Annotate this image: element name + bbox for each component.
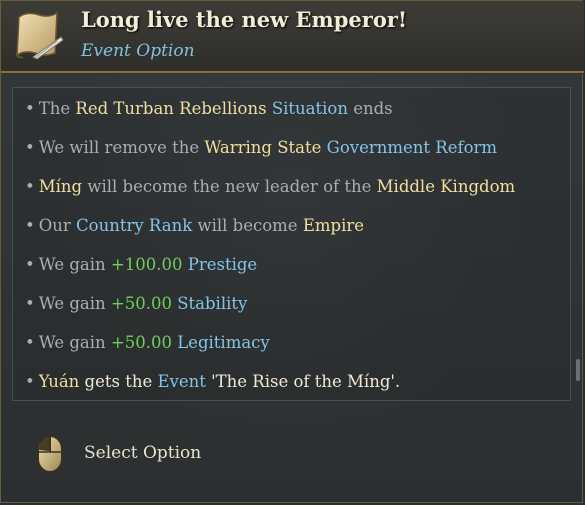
effect-text: +100.00 [110, 255, 183, 274]
effect-text: +50.00 [110, 333, 172, 352]
effect-text: Country Rank [76, 216, 193, 235]
effect-line: • Our Country Rank will become Empire [25, 215, 364, 237]
scrollbar-handle[interactable] [576, 359, 580, 381]
effect-text: Middle Kingdom [376, 177, 516, 196]
effect-text: gets the [79, 372, 158, 391]
event-subtitle: Event Option [81, 41, 195, 61]
effect-text: The Rise of the Míng [215, 372, 391, 391]
effect-line: • The Red Turban Rebellions Situation end… [25, 98, 393, 120]
effect-text: +50.00 [110, 294, 172, 313]
effect-text: We will remove the [38, 138, 205, 157]
effect-text: We gain [38, 255, 111, 274]
event-title: Long live the new Emperor! [81, 7, 408, 32]
effect-text: Red Turban Rebellions [75, 99, 267, 118]
effects-list: • The Red Turban Rebellions Situation end… [12, 87, 571, 401]
effect-text: will become the new leader of the [82, 177, 377, 196]
bullet-icon: • [25, 177, 35, 196]
select-option-label: Select Option [84, 443, 202, 463]
effect-text: Warring State [204, 138, 322, 157]
event-option-tooltip: Long live the new Emperor! Event Option … [0, 0, 584, 503]
effect-line: • Yuán gets the Event 'The Rise of the Mí… [25, 371, 400, 393]
effect-text: Event [157, 372, 206, 391]
bullet-icon: • [25, 138, 35, 157]
bullet-icon: • [25, 255, 35, 274]
effect-text: We gain [38, 333, 111, 352]
effect-line: • We will remove the Warring State Govern… [25, 137, 497, 159]
bullet-icon: • [25, 99, 35, 118]
effect-text: We gain [38, 294, 111, 313]
effect-text: Our [38, 216, 77, 235]
effect-text: Yuán [38, 372, 80, 391]
effect-text: Legitimacy [177, 333, 270, 352]
effect-line: • We gain +50.00 Stability [25, 293, 247, 315]
effect-line: • We gain +50.00 Legitimacy [25, 332, 270, 354]
bullet-icon: • [25, 333, 35, 352]
scroll-quill-icon [16, 11, 64, 60]
effect-text: Situation [271, 99, 348, 118]
effect-text: Government Reform [326, 138, 498, 157]
effect-text: ' [205, 372, 216, 391]
tooltip-header: Long live the new Emperor! Event Option [1, 1, 584, 73]
effect-text: Stability [177, 294, 248, 313]
effect-text: '. [390, 372, 401, 391]
effect-text: ends [347, 99, 393, 118]
bullet-icon: • [25, 216, 35, 235]
bullet-icon: • [25, 294, 35, 313]
effect-text: Empire [302, 216, 364, 235]
bullet-icon: • [25, 372, 35, 391]
effect-text: will become [192, 216, 303, 235]
effect-line: • Míng will become the new leader of the … [25, 176, 515, 198]
effect-text: Prestige [187, 255, 258, 274]
effect-text: Míng [38, 177, 83, 196]
effect-text: The [38, 99, 76, 118]
select-option-button[interactable]: Select Option [33, 434, 283, 474]
mouse-left-click-icon [37, 435, 63, 473]
effect-line: • We gain +100.00 Prestige [25, 254, 257, 276]
